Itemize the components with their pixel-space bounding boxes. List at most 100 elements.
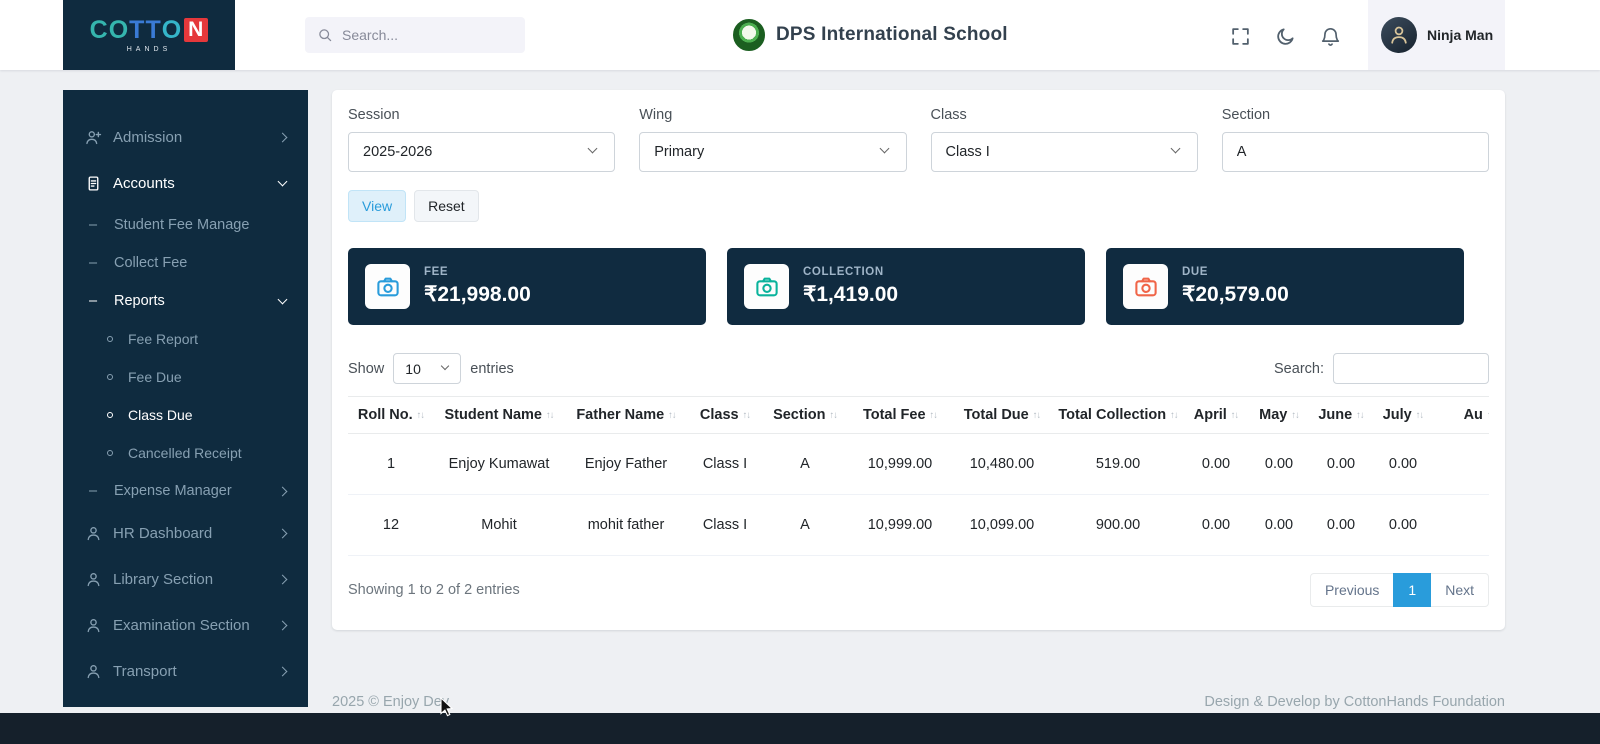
col-august[interactable]: Au↑↓ [1434, 397, 1489, 434]
filter-wing: Wing Primary [639, 107, 906, 172]
dash-icon [89, 483, 103, 499]
due-value: ₹20,579.00 [1182, 282, 1289, 307]
fullscreen-icon[interactable] [1227, 23, 1253, 49]
sidebar: Admission Accounts Student Fee Manage Co… [63, 90, 308, 707]
sidebar-item-cancelled-receipt[interactable]: Cancelled Receipt [63, 434, 308, 472]
header-search[interactable] [305, 17, 525, 53]
filters: Session 2025-2026 Wing Primary Class Cla… [348, 107, 1489, 172]
sidebar-item-transport[interactable]: Transport [63, 648, 308, 694]
summary-cards: FEE ₹21,998.00 COLLECTION ₹1,419.00 DUE … [348, 248, 1489, 325]
col-june[interactable]: June↑↓ [1310, 397, 1372, 434]
sort-icon: ↑↓ [930, 410, 938, 421]
chevron-down-icon [588, 144, 598, 154]
col-section[interactable]: Section↑↓ [762, 397, 848, 434]
fee-icon [365, 264, 410, 309]
sidebar-item-hr-dashboard[interactable]: HR Dashboard [63, 510, 308, 556]
sidebar-item-collect-fee[interactable]: Collect Fee [63, 244, 308, 282]
filter-session: Session 2025-2026 [348, 107, 615, 172]
user-icon [85, 571, 102, 588]
user-icon [85, 525, 102, 542]
sidebar-item-class-due[interactable]: Class Due [63, 396, 308, 434]
wing-label: Wing [639, 107, 906, 123]
chevron-down-icon [879, 144, 889, 154]
chevron-down-icon [278, 177, 288, 187]
dash-icon [89, 293, 103, 309]
entries-info: Showing 1 to 2 of 2 entries [348, 582, 520, 598]
table-search-label: Search: [1274, 361, 1324, 377]
fee-label: FEE [424, 266, 531, 278]
bullet-icon [107, 374, 113, 380]
class-label: Class [931, 107, 1198, 123]
col-father-name[interactable]: Father Name↑↓ [564, 397, 688, 434]
user-icon [85, 617, 102, 634]
page-size-select[interactable]: 10 [393, 353, 461, 384]
user-menu[interactable]: Ninja Man [1368, 0, 1505, 70]
collection-icon [744, 264, 789, 309]
user-icon [85, 663, 102, 680]
app-logo-subtitle: HANDS [127, 46, 172, 53]
sidebar-item-student-fee-manage[interactable]: Student Fee Manage [63, 206, 308, 244]
top-header: C O T T O N HANDS DPS International Scho… [0, 0, 1600, 70]
sidebar-item-admission[interactable]: Admission [63, 114, 308, 160]
filter-section: Section [1222, 107, 1489, 172]
wing-select[interactable]: Primary [639, 132, 906, 172]
pagination-page-1[interactable]: 1 [1393, 573, 1431, 607]
sort-icon: ↑↓ [1033, 410, 1041, 421]
search-icon [317, 27, 333, 43]
moon-icon[interactable] [1272, 23, 1298, 49]
data-table-wrap: Roll No.↑↓ Student Name↑↓ Father Name↑↓ … [348, 396, 1489, 556]
search-input[interactable] [342, 27, 513, 43]
reset-button[interactable]: Reset [414, 190, 479, 222]
class-select[interactable]: Class I [931, 132, 1198, 172]
session-label: Session [348, 107, 615, 123]
col-total-fee[interactable]: Total Fee↑↓ [848, 397, 952, 434]
col-roll-no[interactable]: Roll No.↑↓ [348, 397, 434, 434]
sidebar-item-library-section[interactable]: Library Section [63, 556, 308, 602]
collection-card: COLLECTION ₹1,419.00 [727, 248, 1085, 325]
sidebar-item-fee-due[interactable]: Fee Due [63, 358, 308, 396]
col-april[interactable]: April↑↓ [1184, 397, 1248, 434]
chevron-right-icon [278, 486, 288, 496]
sort-icon: ↑↓ [668, 410, 676, 421]
sort-icon: ↑↓ [417, 410, 425, 421]
footer-credit: Design & Develop by CottonHands Foundati… [1204, 694, 1505, 710]
col-student-name[interactable]: Student Name↑↓ [434, 397, 564, 434]
col-class[interactable]: Class↑↓ [688, 397, 762, 434]
sidebar-item-fee-report[interactable]: Fee Report [63, 320, 308, 358]
pagination-previous[interactable]: Previous [1310, 573, 1394, 607]
col-july[interactable]: July↑↓ [1372, 397, 1434, 434]
table-header-row: Roll No.↑↓ Student Name↑↓ Father Name↑↓ … [348, 397, 1489, 434]
section-label: Section [1222, 107, 1489, 123]
col-may[interactable]: May↑↓ [1248, 397, 1310, 434]
chevron-down-icon [441, 362, 449, 370]
sidebar-item-reports[interactable]: Reports [63, 282, 308, 320]
col-total-due[interactable]: Total Due↑↓ [952, 397, 1052, 434]
pagination-next[interactable]: Next [1430, 573, 1489, 607]
bell-icon[interactable] [1317, 23, 1343, 49]
school-logo [733, 19, 765, 51]
dash-icon [89, 255, 103, 271]
pagination: Previous 1 Next [1310, 573, 1489, 607]
collection-label: COLLECTION [803, 266, 898, 278]
chevron-down-icon [278, 295, 288, 305]
sort-icon: ↑↓ [1170, 410, 1178, 421]
section-input[interactable] [1222, 132, 1489, 172]
session-select[interactable]: 2025-2026 [348, 132, 615, 172]
col-total-collection[interactable]: Total Collection↑↓ [1052, 397, 1184, 434]
sidebar-item-examination-section[interactable]: Examination Section [63, 602, 308, 648]
app-logo[interactable]: C O T T O N HANDS [63, 0, 235, 70]
show-label: Show [348, 361, 384, 377]
invoice-icon [85, 175, 102, 192]
due-card: DUE ₹20,579.00 [1106, 248, 1464, 325]
sort-icon: ↑↓ [546, 410, 554, 421]
filter-class: Class Class I [931, 107, 1198, 172]
bottom-bar [0, 713, 1600, 744]
sidebar-item-expense-manager[interactable]: Expense Manager [63, 472, 308, 510]
entries-label: entries [470, 361, 514, 377]
sidebar-item-accounts[interactable]: Accounts [63, 160, 308, 206]
school-name: DPS International School [776, 24, 1008, 46]
due-label: DUE [1182, 266, 1289, 278]
collection-value: ₹1,419.00 [803, 282, 898, 307]
table-search-input[interactable] [1333, 353, 1489, 384]
view-button[interactable]: View [348, 190, 406, 222]
